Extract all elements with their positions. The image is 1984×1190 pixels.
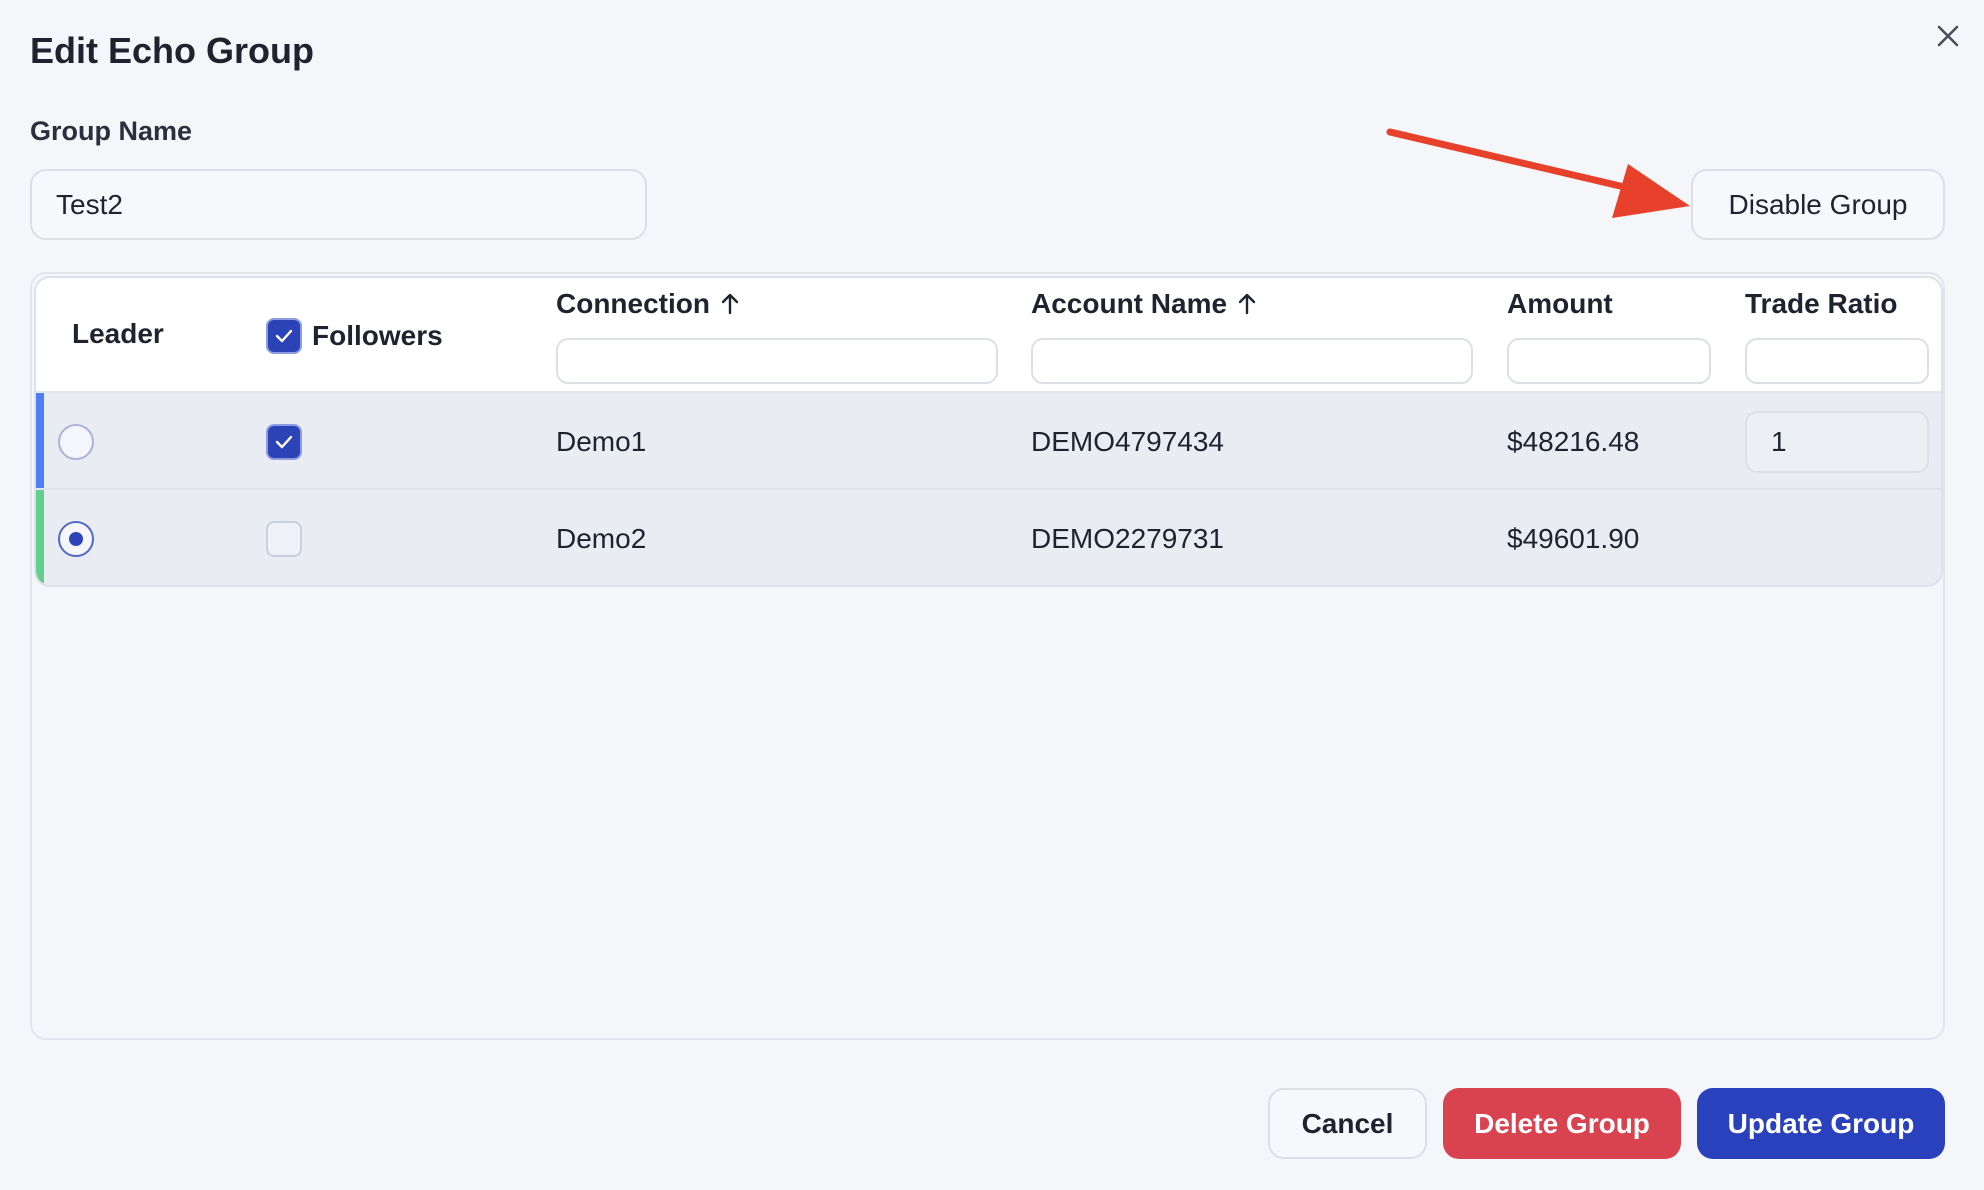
follower-checkbox[interactable]: [266, 520, 302, 557]
account-name-cell: DEMO4797434: [1031, 425, 1225, 457]
accounts-table-panel: Leader Followers Connection Account Name…: [30, 272, 1945, 1040]
column-amount-label: Amount: [1507, 288, 1613, 319]
leader-radio[interactable]: [58, 520, 94, 557]
column-trade-ratio: Trade Ratio: [1745, 288, 1897, 320]
column-account-name-label: Account Name: [1031, 288, 1228, 319]
dialog-title: Edit Echo Group: [30, 30, 314, 71]
column-amount: Amount: [1507, 288, 1613, 320]
close-icon: [1937, 25, 1959, 47]
trade-ratio-filter-input[interactable]: [1745, 338, 1929, 384]
column-trade-ratio-label: Trade Ratio: [1745, 288, 1898, 319]
table-row[interactable]: Demo1 DEMO4797434 $48216.48: [36, 393, 1941, 490]
leader-radio[interactable]: [58, 423, 94, 460]
check-icon: [275, 435, 293, 448]
table-row[interactable]: Demo2 DEMO2279731 $49601.90: [36, 490, 1941, 585]
connection-filter-input[interactable]: [556, 338, 998, 384]
accounts-table: Leader Followers Connection Account Name…: [34, 276, 1943, 587]
trade-ratio-input[interactable]: [1745, 410, 1929, 473]
column-leader-label: Leader: [72, 318, 164, 349]
close-button[interactable]: [1928, 16, 1968, 56]
account-name-filter-input[interactable]: [1031, 338, 1473, 384]
table-header: Leader Followers Connection Account Name…: [36, 278, 1941, 393]
column-connection[interactable]: Connection: [556, 288, 740, 320]
group-name-input[interactable]: [30, 169, 647, 240]
column-leader: Leader: [72, 318, 164, 350]
account-name-cell: DEMO2279731: [1031, 522, 1225, 554]
disable-group-button[interactable]: Disable Group: [1691, 169, 1945, 240]
connection-cell: Demo1: [556, 425, 647, 457]
annotation-arrow: [1386, 128, 1690, 218]
follower-checkbox[interactable]: [266, 423, 302, 460]
cancel-button[interactable]: Cancel: [1268, 1088, 1427, 1159]
column-connection-label: Connection: [556, 288, 710, 319]
sort-ascending-icon: [1238, 293, 1256, 315]
amount-cell: $49601.90: [1507, 522, 1640, 554]
column-followers-label: Followers: [312, 320, 443, 351]
select-all-followers-checkbox[interactable]: [266, 318, 302, 354]
column-account-name[interactable]: Account Name: [1031, 288, 1257, 320]
radio-selected-dot: [69, 531, 83, 546]
sort-ascending-icon: [721, 293, 739, 315]
update-group-button[interactable]: Update Group: [1697, 1088, 1945, 1159]
connection-cell: Demo2: [556, 522, 647, 554]
check-icon: [275, 329, 293, 343]
delete-group-button[interactable]: Delete Group: [1443, 1088, 1681, 1159]
column-followers: Followers: [266, 318, 443, 354]
row-accent-bar: [36, 393, 44, 488]
amount-filter-input[interactable]: [1507, 338, 1711, 384]
edit-echo-group-dialog: Edit Echo Group Group Name Disable Group…: [0, 0, 1984, 1190]
row-accent-bar: [36, 490, 44, 585]
amount-cell: $48216.48: [1507, 425, 1640, 457]
group-name-label: Group Name: [30, 116, 193, 146]
